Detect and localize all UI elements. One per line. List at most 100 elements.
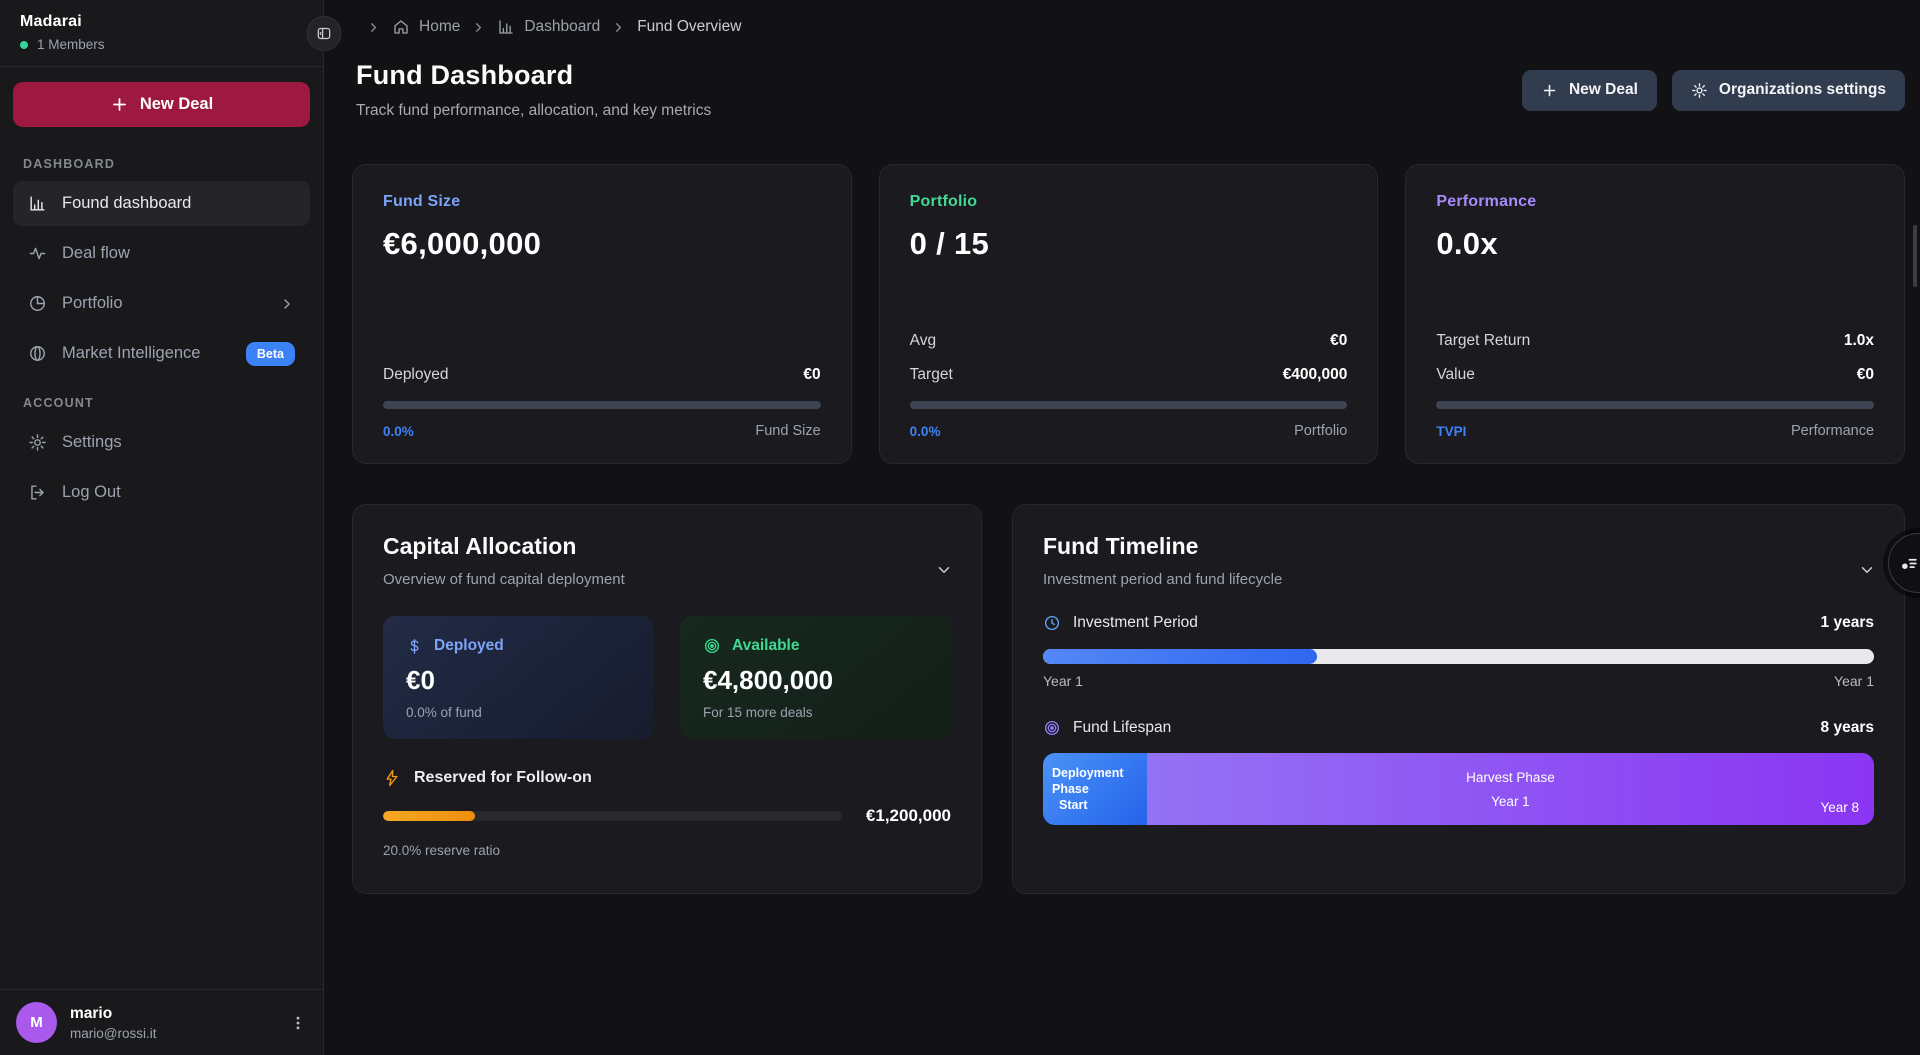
deployed-tile: Deployed €0 0.0% of fund: [383, 616, 654, 739]
breadcrumb-current: Fund Overview: [637, 18, 741, 36]
pie-chart-icon: [28, 294, 47, 313]
metric-footer-right: Portfolio: [1294, 423, 1347, 439]
submenu-indicator: [279, 296, 295, 312]
org-name: Madarai: [20, 13, 303, 31]
deployed-value: €0: [406, 665, 631, 696]
deployment-phase-title: Deployment Phase: [1052, 765, 1143, 798]
chevron-right-icon: [611, 20, 626, 35]
chevron-down-icon[interactable]: [935, 561, 953, 579]
account-nav: Settings Log Out: [0, 420, 323, 515]
section-label-account: ACCOUNT: [23, 396, 323, 410]
new-deal-button[interactable]: New Deal: [1522, 70, 1657, 111]
fund-lifespan-label: Fund Lifespan: [1073, 719, 1171, 737]
page-header: Fund Dashboard Track fund performance, a…: [352, 60, 1905, 120]
sidebar-item-fund-dashboard[interactable]: Found dashboard: [13, 181, 310, 226]
app-root: Madarai 1 Members New Deal DASHBOARD Fou…: [0, 0, 1920, 1055]
performance-card: Performance 0.0x Target Return 1.0x Valu…: [1405, 164, 1905, 464]
dashboard-nav: Found dashboard Deal flow Portfolio Mark…: [0, 181, 323, 376]
reserved-progress-fill: [383, 811, 475, 821]
section-label-dashboard: DASHBOARD: [23, 157, 323, 171]
chevron-down-icon[interactable]: [1858, 561, 1876, 579]
metric-label: Fund Size: [383, 193, 821, 211]
logout-icon: [28, 483, 47, 502]
gear-icon: [1691, 82, 1708, 99]
metric-row: Value €0: [1436, 366, 1874, 384]
progress-track: [1436, 401, 1874, 409]
user-info: mario mario@rossi.it: [70, 1005, 156, 1041]
portfolio-card: Portfolio 0 / 15 Avg €0 Target €400,000: [879, 164, 1379, 464]
gear-icon: [28, 433, 47, 452]
home-icon: [392, 18, 410, 36]
organizations-settings-button[interactable]: Organizations settings: [1672, 70, 1905, 111]
sidebar-item-log-out[interactable]: Log Out: [13, 470, 310, 515]
metric-row: Avg €0: [910, 332, 1348, 350]
metric-value: €6,000,000: [383, 226, 821, 262]
metric-footer-right: Fund Size: [755, 423, 820, 439]
fund-lifespan-value: 8 years: [1821, 719, 1874, 737]
metric-footer-right: Performance: [1791, 423, 1874, 439]
fund-size-card: Fund Size €6,000,000 Deployed €0 0.0% Fu…: [352, 164, 852, 464]
deployed-label: Deployed: [434, 637, 504, 655]
available-note: For 15 more deals: [703, 705, 928, 720]
fund-timeline-panel: Fund Timeline Investment period and fund…: [1012, 504, 1905, 894]
bar-chart-icon: [28, 194, 47, 213]
org-members-label: 1 Members: [37, 37, 105, 52]
period-end-label: Year 1: [1834, 673, 1874, 689]
scrollbar-thumb[interactable]: [1913, 225, 1917, 287]
chevron-right-icon: [279, 296, 295, 312]
available-tile: Available €4,800,000 For 15 more deals: [680, 616, 951, 739]
sidebar-item-label: Market Intelligence: [62, 344, 201, 363]
activity-icon: [28, 244, 47, 263]
metric-label: Portfolio: [910, 193, 1348, 211]
sidebar-item-label: Deal flow: [62, 244, 130, 263]
new-deal-label: New Deal: [140, 95, 213, 114]
clock-icon: [1043, 614, 1061, 632]
chevron-right-icon: [366, 20, 381, 35]
breadcrumb-home[interactable]: Home: [392, 18, 460, 36]
online-status-dot: [20, 41, 28, 49]
dollar-icon: [406, 638, 423, 655]
sidebar-new-deal-button[interactable]: New Deal: [13, 82, 310, 127]
harvest-phase-title: Harvest Phase: [1466, 770, 1555, 785]
investment-period-value: 1 years: [1821, 614, 1874, 632]
main-content: Home Dashboard Fund Overview Fund Dashbo…: [324, 0, 1920, 1055]
sidebar-collapse-button[interactable]: [307, 16, 342, 51]
metric-value: 0 / 15: [910, 226, 1348, 262]
sidebar-item-label: Log Out: [62, 483, 121, 502]
header-actions: New Deal Organizations settings: [1522, 70, 1905, 111]
sidebar-item-label: Settings: [62, 433, 122, 452]
metric-footer-left: 0.0%: [910, 424, 941, 439]
sidebar-item-deal-flow[interactable]: Deal flow: [13, 231, 310, 276]
plus-icon: [110, 95, 129, 114]
capital-allocation-panel: Capital Allocation Overview of fund capi…: [352, 504, 982, 894]
panel-title: Capital Allocation: [383, 533, 951, 560]
target-icon: [703, 637, 721, 655]
available-label: Available: [732, 637, 800, 655]
kebab-menu-icon[interactable]: [289, 1014, 307, 1032]
sidebar: Madarai 1 Members New Deal DASHBOARD Fou…: [0, 0, 324, 1055]
harvest-phase-segment: Harvest Phase Year 1 Year 8: [1147, 753, 1874, 825]
reserved-progress-track: [383, 811, 842, 821]
user-name: mario: [70, 1005, 156, 1023]
plus-icon: [1541, 82, 1558, 99]
page-heading-block: Fund Dashboard Track fund performance, a…: [356, 60, 711, 120]
available-value: €4,800,000: [703, 665, 928, 696]
user-menu[interactable]: M mario mario@rossi.it: [0, 989, 323, 1055]
sidebar-item-portfolio[interactable]: Portfolio: [13, 281, 310, 326]
panel-subtitle: Overview of fund capital deployment: [383, 571, 951, 588]
progress-track: [910, 401, 1348, 409]
sidebar-divider: [0, 66, 323, 67]
reserved-label: Reserved for Follow-on: [414, 769, 592, 787]
period-start-label: Year 1: [1043, 673, 1083, 689]
metric-label: Performance: [1436, 193, 1874, 211]
metric-value: 0.0x: [1436, 226, 1874, 262]
sidebar-item-market-intelligence[interactable]: Market Intelligence Beta: [13, 331, 310, 376]
breadcrumb: Home Dashboard Fund Overview: [352, 10, 1905, 36]
breadcrumb-dashboard[interactable]: Dashboard: [497, 18, 600, 36]
metric-row: Target Return 1.0x: [1436, 332, 1874, 350]
bar-chart-icon: [497, 18, 515, 36]
sidebar-item-settings[interactable]: Settings: [13, 420, 310, 465]
harvest-start-year: Year 1: [1491, 794, 1530, 809]
page-title: Fund Dashboard: [356, 60, 711, 91]
chevron-right-icon: [471, 20, 486, 35]
